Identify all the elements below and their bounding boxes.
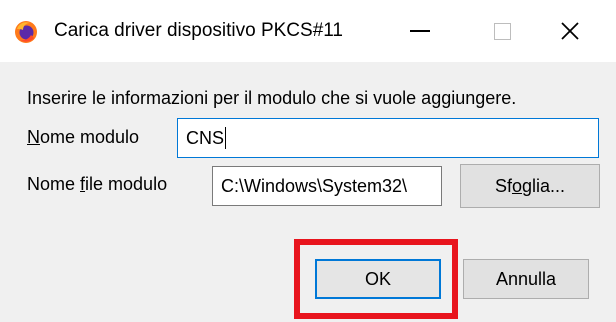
- dialog-body: Inserire le informazioni per il modulo c…: [0, 62, 616, 322]
- browse-button[interactable]: Sf o glia...: [460, 164, 600, 208]
- firefox-icon: [14, 20, 38, 44]
- module-name-label: Nome modulo: [27, 127, 140, 147]
- minimize-icon: [410, 30, 430, 32]
- accesskey-n: N: [27, 127, 40, 147]
- window-title: Carica driver dispositivo PKCS#11: [54, 20, 343, 41]
- title-bar[interactable]: Carica driver dispositivo PKCS#11: [0, 0, 616, 62]
- minimize-button[interactable]: [374, 0, 466, 62]
- instructions-text: Inserire le informazioni per il modulo c…: [27, 88, 517, 108]
- dialog-window: Carica driver dispositivo PKCS#11 Inseri…: [0, 0, 616, 322]
- text-caret: [225, 127, 227, 149]
- close-icon: [561, 22, 579, 40]
- accesskey-o: o: [511, 176, 522, 196]
- ok-button[interactable]: OK: [315, 259, 441, 299]
- cancel-button[interactable]: Annulla: [463, 259, 589, 299]
- maximize-icon: [493, 22, 511, 40]
- close-button[interactable]: [524, 0, 616, 62]
- module-name-input[interactable]: CNS: [177, 118, 599, 158]
- module-file-input[interactable]: C:\Windows\System32\: [212, 166, 442, 206]
- module-file-label: Nome file modulo: [27, 174, 168, 194]
